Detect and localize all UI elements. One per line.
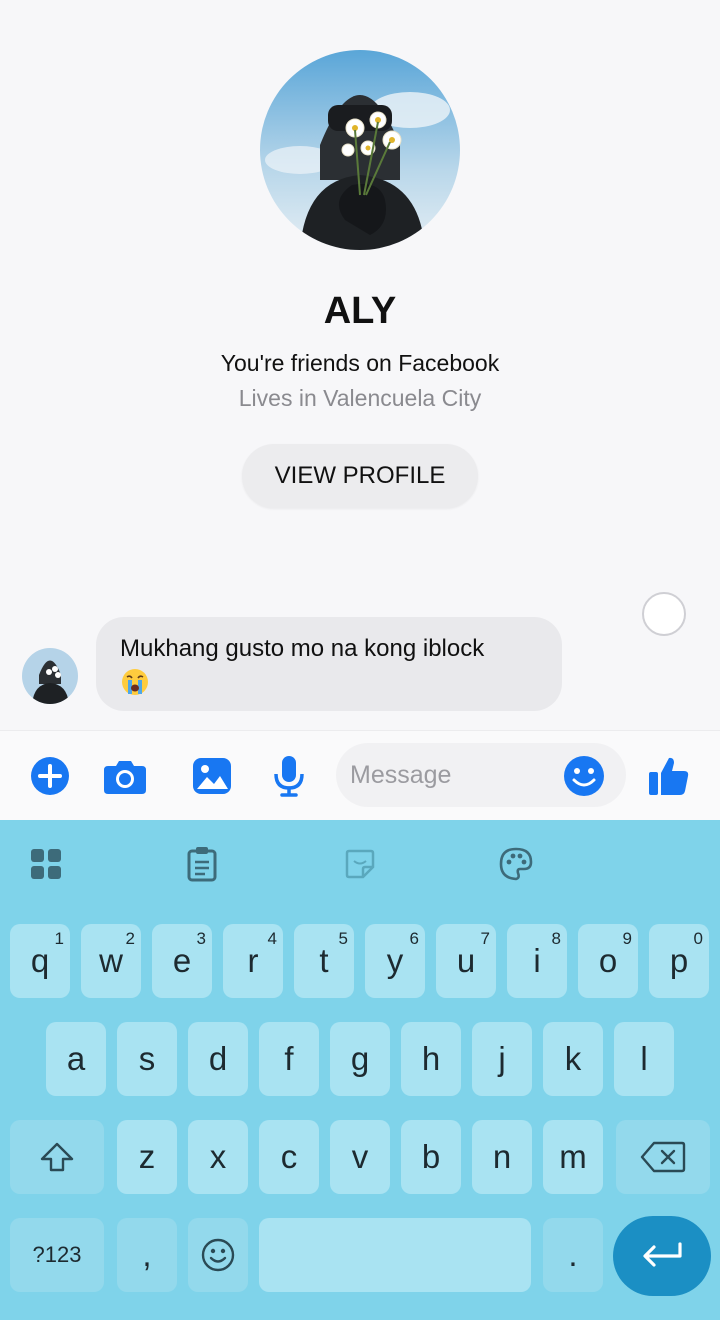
- profile-photo: [260, 50, 460, 250]
- key-y[interactable]: y6: [365, 924, 425, 998]
- read-receipt-indicator: [642, 592, 686, 636]
- sender-avatar[interactable]: [22, 648, 78, 704]
- comma-key[interactable]: ,: [117, 1218, 177, 1292]
- contact-avatar-large[interactable]: [260, 50, 460, 250]
- message-bubble[interactable]: Mukhang gusto mo na kong iblock: [96, 617, 562, 711]
- sender-avatar-photo: [22, 648, 78, 704]
- key-m[interactable]: m: [543, 1120, 603, 1194]
- message-composer: [0, 730, 720, 820]
- key-f[interactable]: f: [259, 1022, 319, 1096]
- key-h[interactable]: h: [401, 1022, 461, 1096]
- friend-status: You're friends on Facebook: [220, 350, 500, 376]
- key-q[interactable]: q1: [10, 924, 70, 998]
- key-p[interactable]: p0: [649, 924, 709, 998]
- key-k[interactable]: k: [543, 1022, 603, 1096]
- key-s[interactable]: s: [117, 1022, 177, 1096]
- emoji-keyboard-icon: [201, 1238, 235, 1272]
- key-v[interactable]: v: [330, 1120, 390, 1194]
- key-e[interactable]: e3: [152, 924, 212, 998]
- key-a[interactable]: a: [46, 1022, 106, 1096]
- key-r[interactable]: r4: [223, 924, 283, 998]
- plus-icon[interactable]: [27, 753, 73, 799]
- enter-arrow-icon: [643, 1242, 682, 1267]
- gallery-icon[interactable]: [189, 753, 235, 799]
- backspace-key[interactable]: [616, 1120, 710, 1194]
- key-c[interactable]: c: [259, 1120, 319, 1194]
- space-key[interactable]: [259, 1218, 531, 1292]
- view-profile-button[interactable]: VIEW PROFILE: [242, 444, 478, 508]
- key-j[interactable]: j: [472, 1022, 532, 1096]
- key-n[interactable]: n: [472, 1120, 532, 1194]
- key-u[interactable]: u7: [436, 924, 496, 998]
- key-l[interactable]: l: [614, 1022, 674, 1096]
- key-w[interactable]: w2: [81, 924, 141, 998]
- emoji-key[interactable]: [188, 1218, 248, 1292]
- key-x[interactable]: x: [188, 1120, 248, 1194]
- symbols-key[interactable]: ?123: [10, 1218, 104, 1292]
- onscreen-keyboard: q1 w2 e3 r4 t5 y6 u7 i8 o9 p0 a s d f g …: [0, 820, 720, 1320]
- crying-face-icon: [122, 669, 148, 695]
- palette-icon[interactable]: [496, 844, 536, 884]
- contact-profile-header: ALY You're friends on Facebook Lives in …: [0, 0, 720, 560]
- contact-name: ALY: [323, 290, 397, 332]
- sticker-icon[interactable]: [340, 844, 380, 884]
- thumbs-up-icon[interactable]: [646, 753, 692, 799]
- shift-key[interactable]: [10, 1120, 104, 1194]
- key-o[interactable]: o9: [578, 924, 638, 998]
- key-t[interactable]: t5: [294, 924, 354, 998]
- clipboard-icon[interactable]: [182, 844, 222, 884]
- enter-key[interactable]: [613, 1216, 711, 1296]
- emoji-icon[interactable]: [561, 753, 607, 799]
- key-i[interactable]: i8: [507, 924, 567, 998]
- shift-icon: [40, 1142, 74, 1172]
- microphone-icon[interactable]: [266, 753, 312, 799]
- message-text: Mukhang gusto mo na kong iblock: [120, 635, 485, 662]
- key-b[interactable]: b: [401, 1120, 461, 1194]
- key-g[interactable]: g: [330, 1022, 390, 1096]
- camera-icon[interactable]: [102, 753, 148, 799]
- key-d[interactable]: d: [188, 1022, 248, 1096]
- key-z[interactable]: z: [117, 1120, 177, 1194]
- contact-location: Lives in Valencuela City: [238, 385, 482, 411]
- period-key[interactable]: .: [543, 1218, 603, 1292]
- backspace-icon: [640, 1141, 686, 1173]
- apps-grid-icon[interactable]: [26, 844, 66, 884]
